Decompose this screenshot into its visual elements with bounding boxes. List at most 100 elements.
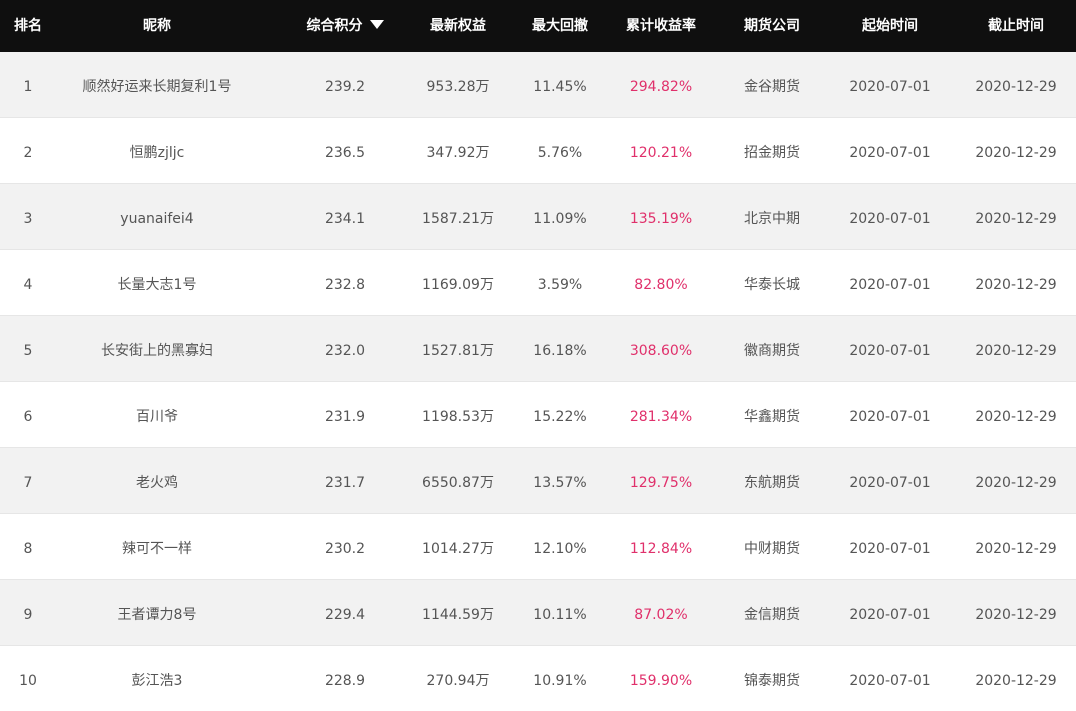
return-cell: 129.75%: [629, 475, 693, 491]
equity-cell: 1527.81万: [422, 343, 494, 359]
table-row: 8 辣可不一样 230.2 1014.27万 12.10% 112.84% 中财…: [0, 514, 1076, 580]
return-cell: 135.19%: [629, 211, 693, 227]
end-date-cell: 2020-12-29: [975, 475, 1057, 491]
equity-cell: 1587.21万: [422, 211, 494, 227]
name-cell[interactable]: yuanaifei4: [56, 184, 258, 250]
firm-cell: 华泰长城: [744, 277, 800, 293]
end-date-cell: 2020-12-29: [975, 673, 1057, 689]
start-date-cell: 2020-07-01: [849, 475, 931, 491]
score-cell: 234.1: [324, 211, 366, 227]
score-cell: 230.2: [324, 541, 366, 557]
rank-cell: 2: [23, 145, 33, 161]
rank-cell: 10: [19, 673, 37, 689]
table-row: 5 长安街上的黑寡妇 232.0 1527.81万 16.18% 308.60%…: [0, 316, 1076, 382]
column-header-return: 累计收益率: [626, 18, 696, 34]
return-cell: 281.34%: [629, 409, 693, 425]
column-header-equity: 最新权益: [430, 18, 486, 34]
table-row: 2 恒鹏zjljc 236.5 347.92万 5.76% 120.21% 招金…: [0, 118, 1076, 184]
name-cell[interactable]: 顺然好运来长期复利1号: [56, 52, 258, 118]
firm-cell: 金谷期货: [744, 79, 800, 95]
return-cell: 308.60%: [629, 343, 693, 359]
end-date-cell: 2020-12-29: [975, 79, 1057, 95]
sort-descending-icon[interactable]: [369, 19, 384, 29]
rank-cell: 5: [23, 343, 33, 359]
end-date-cell: 2020-12-29: [975, 343, 1057, 359]
name-cell[interactable]: 恒鹏zjljc: [56, 118, 258, 184]
column-header-firm: 期货公司: [744, 18, 800, 34]
end-date-cell: 2020-12-29: [975, 607, 1057, 623]
column-header-end: 截止时间: [988, 18, 1044, 34]
equity-cell: 1198.53万: [422, 409, 494, 425]
return-cell: 82.80%: [634, 277, 688, 293]
drawdown-cell: 15.22%: [533, 409, 587, 425]
drawdown-cell: 11.45%: [533, 79, 587, 95]
equity-cell: 953.28万: [426, 79, 490, 95]
firm-cell: 金信期货: [744, 607, 800, 623]
column-header-drawdown: 最大回撤: [532, 18, 588, 34]
equity-cell: 1014.27万: [422, 541, 494, 557]
table-row: 6 百川爷 231.9 1198.53万 15.22% 281.34% 华鑫期货…: [0, 382, 1076, 448]
name-cell[interactable]: 长量大志1号: [56, 250, 258, 316]
drawdown-cell: 10.11%: [533, 607, 587, 623]
firm-cell: 东航期货: [744, 475, 800, 491]
end-date-cell: 2020-12-29: [975, 145, 1057, 161]
name-cell[interactable]: 老火鸡: [56, 448, 258, 514]
rank-cell: 8: [23, 541, 33, 557]
table-row: 1 顺然好运来长期复利1号 239.2 953.28万 11.45% 294.8…: [0, 52, 1076, 118]
rank-cell: 3: [23, 211, 33, 227]
equity-cell: 1169.09万: [422, 277, 494, 293]
return-cell: 120.21%: [629, 145, 693, 161]
firm-cell: 锦泰期货: [744, 673, 800, 689]
score-cell: 229.4: [324, 607, 366, 623]
equity-cell: 347.92万: [426, 145, 490, 161]
column-header-start: 起始时间: [862, 18, 918, 34]
drawdown-cell: 3.59%: [537, 277, 583, 293]
start-date-cell: 2020-07-01: [849, 211, 931, 227]
name-cell[interactable]: 百川爷: [56, 382, 258, 448]
drawdown-cell: 12.10%: [533, 541, 587, 557]
start-date-cell: 2020-07-01: [849, 607, 931, 623]
name-cell[interactable]: 辣可不一样: [56, 514, 258, 580]
end-date-cell: 2020-12-29: [975, 211, 1057, 227]
firm-cell: 华鑫期货: [744, 409, 800, 425]
end-date-cell: 2020-12-29: [975, 277, 1057, 293]
equity-cell: 1144.59万: [422, 607, 494, 623]
rank-cell: 6: [23, 409, 33, 425]
table-row: 9 王者谭力8号 229.4 1144.59万 10.11% 87.02% 金信…: [0, 580, 1076, 646]
column-header-name: 昵称: [143, 18, 171, 34]
name-cell[interactable]: 王者谭力8号: [56, 580, 258, 646]
firm-cell: 招金期货: [744, 145, 800, 161]
end-date-cell: 2020-12-29: [975, 541, 1057, 557]
return-cell: 159.90%: [629, 673, 693, 689]
score-cell: 231.9: [324, 409, 366, 425]
table-row: 7 老火鸡 231.7 6550.87万 13.57% 129.75% 东航期货…: [0, 448, 1076, 514]
column-header-score[interactable]: 综合积分: [296, 0, 394, 52]
score-cell: 239.2: [324, 79, 366, 95]
score-cell: 232.8: [324, 277, 366, 293]
rank-cell: 9: [23, 607, 33, 623]
return-cell: 112.84%: [629, 541, 693, 557]
end-date-cell: 2020-12-29: [975, 409, 1057, 425]
firm-cell: 中财期货: [744, 541, 800, 557]
firm-cell: 徽商期货: [744, 343, 800, 359]
rank-cell: 7: [23, 475, 33, 491]
table-row: 4 长量大志1号 232.8 1169.09万 3.59% 82.80% 华泰长…: [0, 250, 1076, 316]
start-date-cell: 2020-07-01: [849, 145, 931, 161]
name-cell[interactable]: 彭江浩3: [56, 646, 258, 711]
start-date-cell: 2020-07-01: [849, 79, 931, 95]
ranking-table: 排名 昵称 综合积分 最新权益 最大回撤 累计收益率 期货公司 起始时间 截止时…: [0, 0, 1076, 711]
equity-cell: 270.94万: [426, 673, 490, 689]
table-row: 10 彭江浩3 228.9 270.94万 10.91% 159.90% 锦泰期…: [0, 646, 1076, 711]
start-date-cell: 2020-07-01: [849, 673, 931, 689]
drawdown-cell: 10.91%: [533, 673, 587, 689]
score-cell: 232.0: [324, 343, 366, 359]
drawdown-cell: 13.57%: [533, 475, 587, 491]
return-cell: 87.02%: [634, 607, 688, 623]
start-date-cell: 2020-07-01: [849, 343, 931, 359]
name-cell[interactable]: 长安街上的黑寡妇: [56, 316, 258, 382]
return-cell: 294.82%: [629, 79, 693, 95]
start-date-cell: 2020-07-01: [849, 277, 931, 293]
score-cell: 231.7: [324, 475, 366, 491]
column-header-score-label[interactable]: 综合积分: [307, 18, 363, 34]
start-date-cell: 2020-07-01: [849, 409, 931, 425]
